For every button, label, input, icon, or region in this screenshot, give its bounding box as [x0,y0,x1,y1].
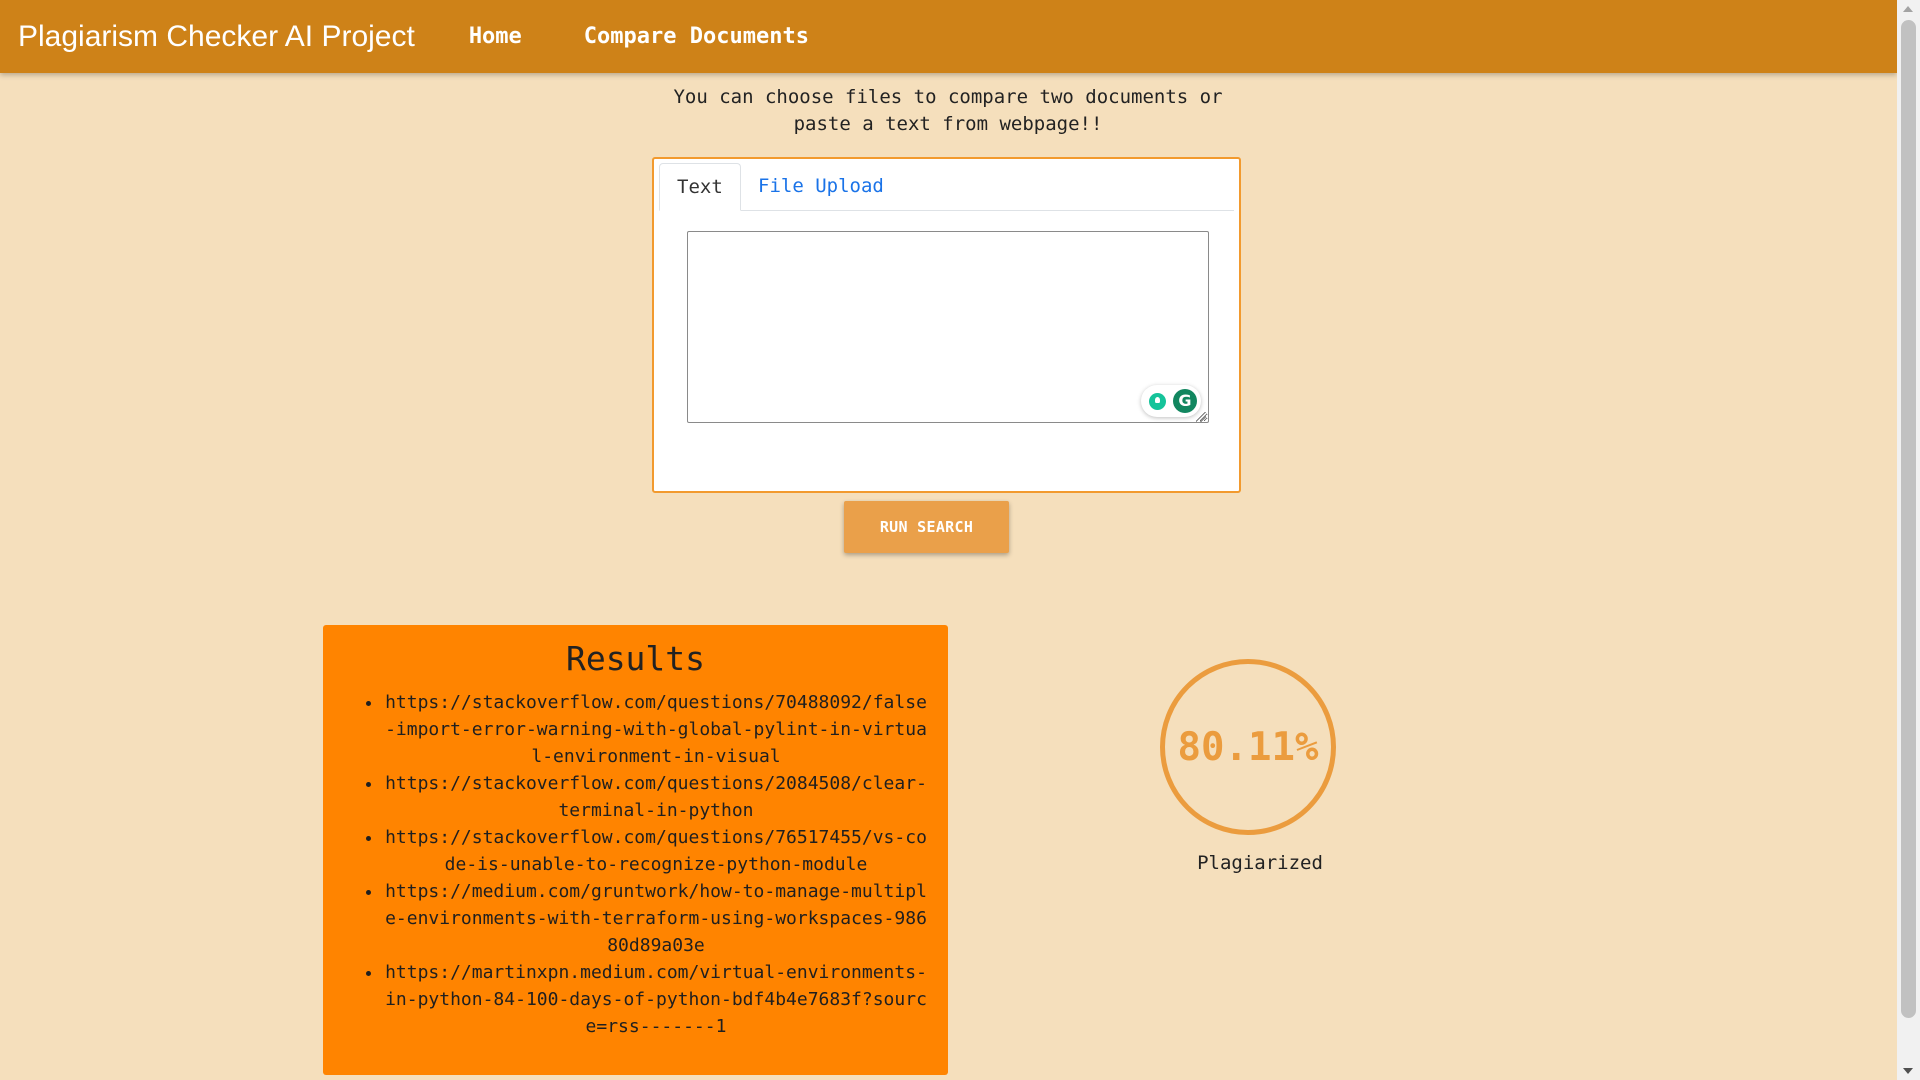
scrollbar-thumb[interactable] [1901,20,1916,1018]
navbar: Plagiarism Checker AI Project Home Compa… [0,0,1897,73]
grammarly-widget[interactable]: G [1141,385,1201,417]
result-link[interactable]: https://martinxpn.medium.com/virtual-env… [383,959,929,1040]
nav-link-home[interactable]: Home [469,24,522,49]
scroll-down-arrow-icon[interactable] [1903,1068,1913,1074]
result-link[interactable]: https://stackoverflow.com/questions/2084… [383,770,929,824]
tab-text[interactable]: Text [659,163,741,211]
plagiarism-score-label: Plagiarized [1197,852,1323,874]
result-link[interactable]: https://stackoverflow.com/questions/7048… [383,689,929,770]
input-tabs: Text File Upload [659,163,1234,211]
page-scrollbar[interactable] [1897,0,1920,1080]
input-panel: Text File Upload G [652,157,1241,493]
scroll-up-arrow-icon[interactable] [1903,6,1913,12]
lightbulb-icon[interactable] [1149,393,1166,410]
resize-handle-icon[interactable] [1196,412,1206,422]
run-search-button[interactable]: RUN SEARCH [844,501,1009,553]
plagiarism-score-ring: 80.11% [1160,659,1336,835]
brand-title[interactable]: Plagiarism Checker AI Project [18,20,415,54]
text-input[interactable] [687,231,1209,423]
nav-link-compare-documents[interactable]: Compare Documents [584,24,809,49]
grammarly-icon[interactable]: G [1173,389,1197,413]
results-panel: Results https://stackoverflow.com/questi… [323,625,948,1075]
result-link[interactable]: https://stackoverflow.com/questions/7651… [383,824,929,878]
plagiarism-score-value: 80.11% [1177,724,1319,770]
tab-file-upload[interactable]: File Upload [741,163,901,210]
result-link[interactable]: https://medium.com/gruntwork/how-to-mana… [383,878,929,959]
results-title: Results [565,639,706,678]
results-list: https://stackoverflow.com/questions/7048… [349,689,929,1040]
intro-text: You can choose files to compare two docu… [673,86,1223,135]
